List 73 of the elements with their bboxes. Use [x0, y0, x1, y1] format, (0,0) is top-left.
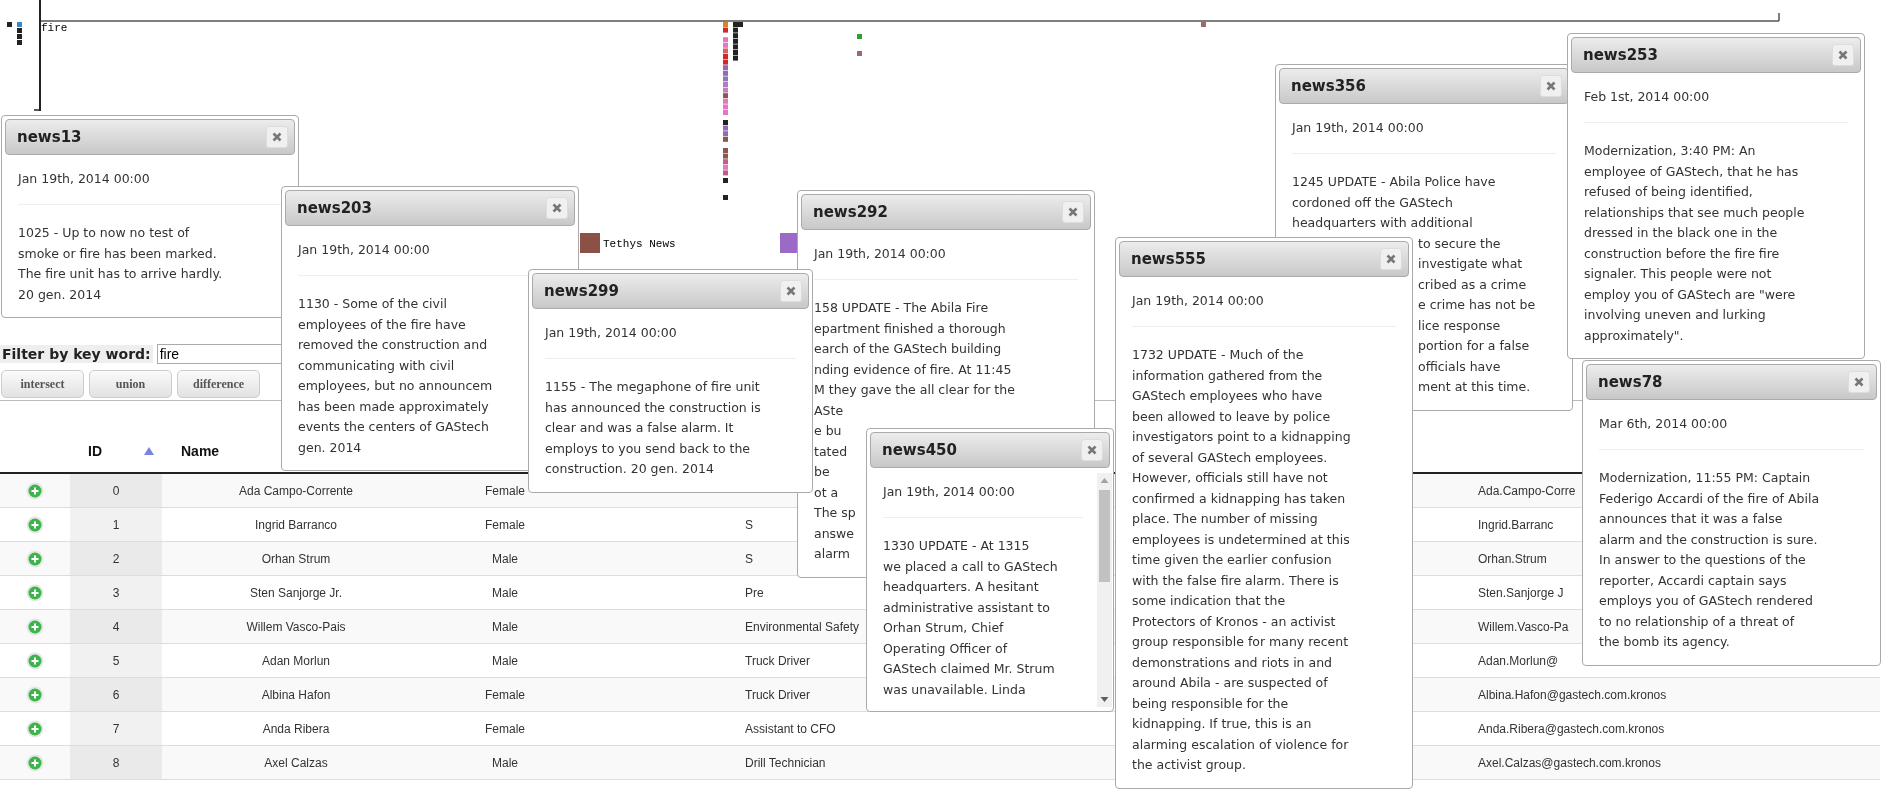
popup-title: news299: [544, 282, 619, 300]
table-cell: Pre: [745, 585, 764, 600]
table-cell: Male: [492, 551, 518, 566]
popup-title: news78: [1598, 373, 1663, 391]
news-date: Jan 19th, 2014 00:00: [1292, 107, 1556, 154]
filter-label: Filter by key word:: [0, 345, 153, 363]
table-cell: Assistant to CFO: [745, 721, 836, 736]
table-cell: Ada Campo-Corrente: [238, 483, 354, 498]
table-cell: 1: [112, 517, 120, 532]
table-cell: Female: [485, 721, 525, 736]
popup-title: news253: [1583, 46, 1658, 64]
table-cell: S: [745, 517, 753, 532]
popup-title: news292: [813, 203, 888, 221]
news-text: 1732 UPDATE - Much of the information gathered from the GAStech employees who have been allowed to leave by police investigators point to a kidnapping of several GAStech employees. However, officials still have not confirmed a kidnapping has taken place. The number of missing employees is undetermined at this time given the earlier confusion with the false fire alarm. There is some indication that the Protectors of Kronos - an activist group responsible for many recent demonstrations and riots in and around Abila - are suspected of being responsible for the kidnapping. If true, this is an alarming escalation of violence for the activist group.: [1132, 346, 1351, 774]
table-cell: Albina.Hafon@gastech.com.kronos: [1478, 687, 1667, 702]
table-cell: Adan.Morlun@: [1478, 653, 1559, 668]
news-text: to secure the investigate what cribed as a crime e crime has not be lice response portion for a false officials have ment at this time.: [1418, 234, 1536, 396]
news-date: Jan 19th, 2014 00:00: [1132, 280, 1396, 327]
popup-title: news450: [882, 441, 957, 459]
table-cell: Albina Hafon: [261, 687, 331, 702]
table-cell: 4: [112, 619, 120, 634]
table-cell: Orhan Strum: [261, 551, 331, 566]
keyword-label: fire: [41, 22, 68, 34]
legend-label: Tethys News: [603, 238, 676, 250]
table-cell: Male: [492, 585, 518, 600]
table-cell: 7: [112, 721, 120, 736]
popup-title: news203: [297, 199, 372, 217]
table-cell: 3: [112, 585, 120, 600]
news-text: Modernization, 11:55 PM: Captain Federigo Accardi of the fire of Abila announces that it was a false alarm and the construction is sure. In answer to the questions of the reporter, Accardi captain says employs you of GAStech rendered to no relationship of a threat of the bomb its agency.: [1599, 469, 1820, 651]
table-cell: Willem Vasco-Pais: [246, 619, 346, 634]
table-cell: Willem.Vasco-Pa: [1478, 619, 1569, 634]
table-cell: Ingrid Barranco: [254, 517, 337, 532]
table-cell: Female: [485, 483, 525, 498]
table-cell: Drill Technician: [745, 755, 826, 770]
table-cell: Female: [485, 687, 525, 702]
table-cell: Female: [485, 517, 525, 532]
table-cell: 8: [112, 755, 120, 770]
table-cell: Anda Ribera: [262, 721, 330, 736]
news-text: 158 UPDATE - The Abila Fire epartment finished a thorough earch of the GAStech building nding evidence of fire. At 11:45 M they gave the all clear for the: [814, 299, 1015, 399]
table-cell: 0: [112, 483, 120, 498]
table-cell: Anda.Ribera@gastech.com.kronos: [1478, 721, 1665, 736]
news-text: 1025 - Up to now no test of smoke or fire has been marked. The fire unit has to arrive hardly. 20 gen. 2014: [18, 224, 223, 304]
table-cell: Axel.Calzas@gastech.com.kronos: [1478, 755, 1661, 770]
table-cell: Truck Driver: [745, 687, 810, 702]
news-text: 1330 UPDATE - At 1315 we placed a call to GAStech headquarters. A hesitant administrative assistant to Orhan Strum, Chief Operating Officer of GAStech claimed Mr. Strum was unavailable. Linda: [883, 537, 1058, 699]
table-cell: Sten.Sanjorge J: [1478, 585, 1564, 600]
table-cell: Ada.Campo-Corre: [1478, 483, 1576, 498]
table-cell: Male: [492, 755, 518, 770]
table-cell: Ingrid.Barranc: [1478, 517, 1554, 532]
news-text: 1130 - Some of the civil employees of the fire have removed the construction and communicating with civil employees, but no announcem has been made approximately events the centers of GAStech gen. 2014: [298, 295, 493, 457]
popup-title: news13: [17, 128, 82, 146]
table-cell: Orhan.Strum: [1478, 551, 1547, 566]
table-cell: Male: [492, 653, 518, 668]
table-cell: Male: [492, 619, 518, 634]
news-date: Jan 19th, 2014 00:00: [814, 233, 1078, 280]
news-text: 1155 - The megaphone of fire unit has announced the construction is clear and was a false alarm. It employs to you send back to the construction. 20 gen. 2014: [545, 378, 761, 478]
news-date: Mar 6th, 2014 00:00: [1599, 403, 1864, 450]
table-cell: Axel Calzas: [264, 755, 328, 770]
popup-title: news555: [1131, 250, 1206, 268]
table-cell: S: [745, 551, 753, 566]
table-cell: 6: [112, 687, 120, 702]
news-text: Modernization, 3:40 PM: An employee of GAStech, that he has refused of being identified, relationships that see much people dressed in the black one in the construction before the fire fire signaler. This people were not employ you of GAStech are "were involving uneven and lurking approximately".: [1584, 142, 1805, 345]
table-cell: Environmental Safety: [745, 619, 860, 634]
news-date: Jan 19th, 2014 00:00: [545, 312, 796, 359]
news-date: Jan 19th, 2014 00:00: [883, 471, 1083, 518]
table-cell: Adan Morlun: [261, 653, 330, 668]
table-cell: 5: [112, 653, 120, 668]
table-cell: Sten Sanjorge Jr.: [249, 585, 343, 600]
news-text: ASte e bu tated be ot a The sp answe alarm: [814, 401, 856, 563]
news-date: Feb 1st, 2014 00:00: [1584, 76, 1848, 123]
table-cell: 2: [112, 551, 120, 566]
popup-title: news356: [1291, 77, 1366, 95]
table-cell: Truck Driver: [745, 653, 810, 668]
